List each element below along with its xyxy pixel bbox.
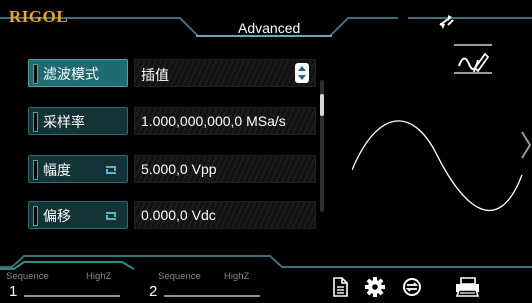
screen: RIGOL Advanced 滤波模式 插值 采样率 1.000,000,000…	[0, 0, 532, 303]
param-value-sample-rate[interactable]: 1.000,000,000,0 MSa/s	[134, 107, 316, 135]
file-icon[interactable]	[330, 277, 350, 297]
param-value-text: 5.000,0 Vpp	[141, 161, 217, 177]
sync-arrows-icon[interactable]	[436, 10, 458, 32]
waveform-preview	[352, 120, 523, 211]
param-row-offset[interactable]: 偏移 0.000,0 Vdc	[28, 201, 316, 229]
edit-pen-icon[interactable]	[454, 44, 492, 74]
mode-title: Advanced	[238, 20, 301, 36]
chevron-right-icon[interactable]	[520, 130, 532, 160]
param-label-text: 采样率	[43, 114, 85, 130]
param-label-offset[interactable]: 偏移	[28, 201, 128, 229]
channel-2-number: 2	[149, 283, 158, 300]
param-label-sample-rate[interactable]: 采样率	[28, 107, 128, 135]
param-label-filter-mode[interactable]: 滤波模式	[28, 59, 128, 87]
channel-1-mode: Sequence	[6, 271, 49, 282]
label-marker	[33, 112, 38, 132]
scrollbar-thumb[interactable]	[320, 94, 324, 116]
channel-2-impedance: HighZ	[224, 271, 250, 282]
cycle-unit-icon[interactable]	[103, 209, 119, 223]
param-label-amplitude[interactable]: 幅度	[28, 155, 128, 183]
channel-2-tab[interactable]: Sequence HighZ 2	[140, 265, 270, 303]
param-label-text: 幅度	[43, 162, 71, 178]
channel-2-indicator	[164, 295, 260, 297]
param-row-amplitude[interactable]: 幅度 5.000,0 Vpp	[28, 155, 316, 183]
param-value-text: 插值	[141, 67, 169, 83]
channel-1-impedance: HighZ	[86, 271, 112, 282]
print-icon[interactable]	[453, 277, 481, 297]
channel-2-mode: Sequence	[158, 271, 201, 282]
gear-icon[interactable]	[365, 277, 385, 297]
param-label-text: 滤波模式	[43, 66, 99, 82]
label-marker	[33, 160, 38, 180]
param-value-offset[interactable]: 0.000,0 Vdc	[134, 201, 316, 229]
param-value-filter-mode[interactable]: 插值	[134, 59, 316, 87]
param-label-text: 偏移	[43, 208, 71, 224]
channel-1-number: 1	[9, 283, 18, 300]
channel-1-indicator	[24, 295, 120, 297]
rigol-logo: RIGOL	[9, 7, 69, 26]
cycle-unit-icon[interactable]	[103, 163, 119, 177]
param-value-amplitude[interactable]: 5.000,0 Vpp	[134, 155, 316, 183]
channel-1-tab[interactable]: Sequence HighZ 1	[0, 265, 130, 303]
param-row-sample-rate[interactable]: 采样率 1.000,000,000,0 MSa/s	[28, 107, 316, 135]
param-value-text: 1.000,000,000,0 MSa/s	[141, 113, 286, 129]
label-marker	[33, 206, 38, 226]
dropdown-arrows-icon[interactable]	[295, 63, 309, 83]
counter-icon[interactable]	[402, 277, 422, 297]
param-row-filter-mode[interactable]: 滤波模式 插值	[28, 59, 316, 87]
label-marker	[33, 64, 38, 84]
param-value-text: 0.000,0 Vdc	[141, 207, 216, 223]
